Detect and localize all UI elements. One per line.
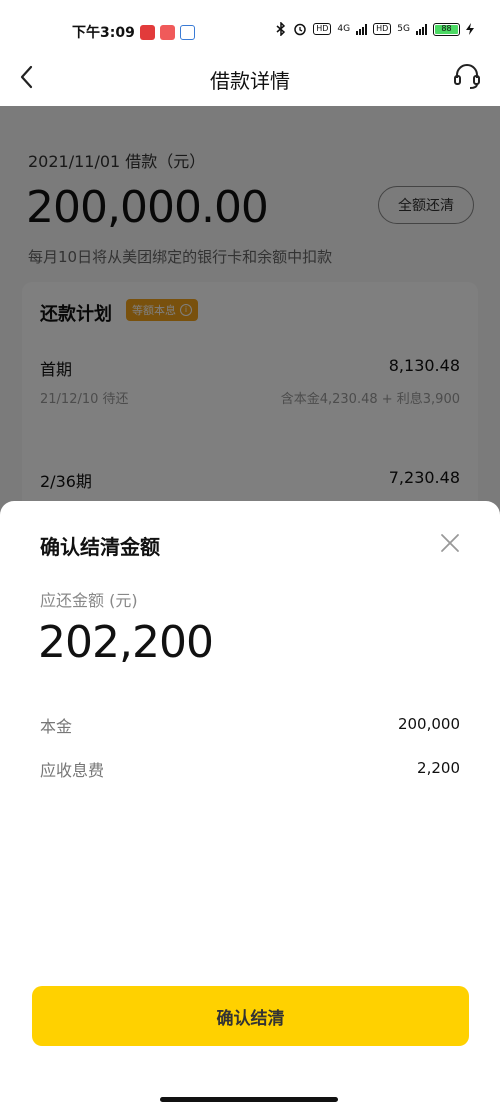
network-5g-label: 5G: [397, 24, 410, 34]
network-4g-label: 4G: [337, 24, 351, 34]
battery-icon: 88: [433, 22, 460, 36]
due-amount-label: 应还金额 (元): [40, 591, 138, 610]
signal-icon: [416, 23, 427, 35]
headset-icon[interactable]: [452, 61, 482, 91]
payoff-confirm-sheet: 确认结清金额 应还金额 (元) 202,200 本金 200,000 应收息费 …: [0, 501, 500, 1111]
signal-icon: [356, 23, 368, 35]
close-icon[interactable]: [440, 533, 460, 553]
interest-fee-label: 应收息费: [40, 761, 105, 780]
confirm-payoff-button[interactable]: 确认结清: [32, 986, 469, 1046]
home-indicator[interactable]: [160, 1097, 338, 1102]
interest-fee-value: 2,200: [417, 759, 460, 777]
bluetooth-icon: [276, 22, 286, 36]
app-notification-icon: [139, 24, 155, 40]
status-left: 下午3:09: [72, 22, 195, 42]
cloud-icon: [179, 24, 195, 40]
due-amount: 202,200: [38, 617, 214, 668]
principal-value: 200,000: [397, 715, 460, 733]
hd-badge: HD: [313, 23, 332, 35]
status-right: HD 4G HD 5G 88: [275, 22, 474, 36]
page-title: 借款详情: [210, 69, 290, 93]
status-bar: 下午3:09 HD 4G HD 5G 88: [0, 0, 500, 48]
nav-bar: 借款详情: [0, 48, 500, 106]
hd-badge: HD: [373, 23, 392, 35]
app-notification-icon: [159, 24, 175, 40]
charging-icon: [466, 23, 474, 35]
status-time: 下午3:09: [72, 25, 135, 41]
sheet-title: 确认结清金额: [40, 535, 160, 559]
alarm-icon: [294, 23, 306, 36]
principal-label: 本金: [40, 717, 73, 736]
battery-level: 88: [435, 24, 458, 34]
